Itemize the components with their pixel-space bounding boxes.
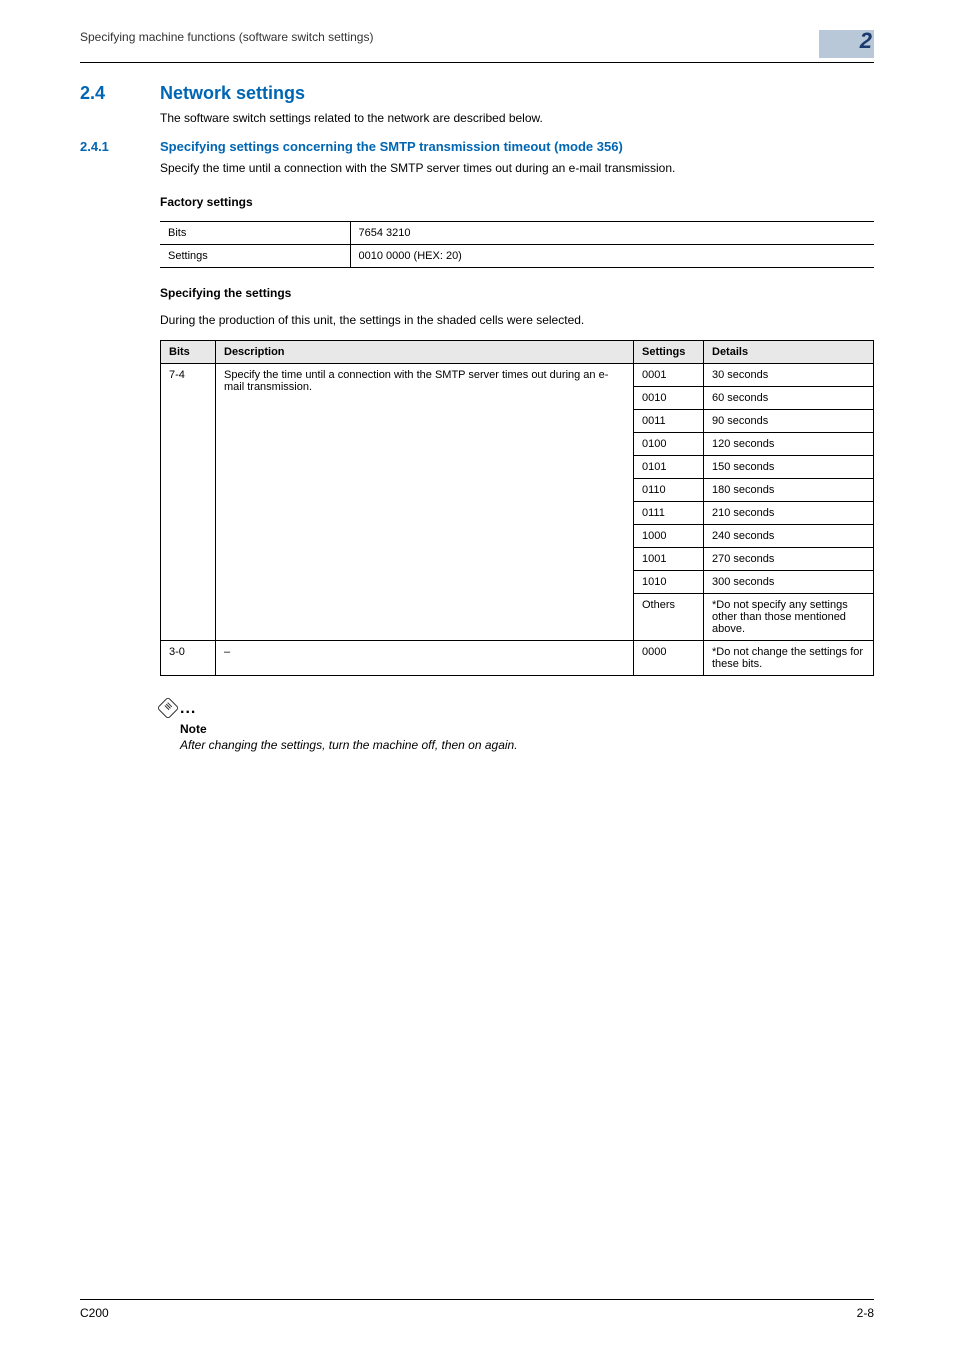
- th-desc: Description: [216, 341, 634, 364]
- section-title: Network settings: [160, 83, 874, 104]
- details-cell: 210 seconds: [704, 502, 874, 525]
- details-cell: *Do not specify any settings other than …: [704, 594, 874, 641]
- table-row: 3-0 – 0000 *Do not change the settings f…: [161, 641, 874, 676]
- table-row: 7-4 Specify the time until a connection …: [161, 364, 874, 387]
- spec-table: Bits Description Settings Details 7-4 Sp…: [160, 340, 874, 676]
- settings-cell: 0111: [634, 502, 704, 525]
- details-cell: 240 seconds: [704, 525, 874, 548]
- settings-cell: 0100: [634, 433, 704, 456]
- settings-cell: 0011: [634, 410, 704, 433]
- subsection-number: 2.4.1: [80, 139, 160, 154]
- note-dots-icon: ...: [180, 700, 196, 720]
- note-label: Note: [180, 722, 874, 736]
- table-row: Settings 0010 0000 (HEX: 20): [160, 244, 874, 267]
- bits-cell: 7-4: [161, 364, 216, 641]
- settings-cell: Others: [634, 594, 704, 641]
- settings-cell: 0110: [634, 479, 704, 502]
- footer-left: C200: [80, 1306, 109, 1320]
- details-cell: 180 seconds: [704, 479, 874, 502]
- details-cell: 90 seconds: [704, 410, 874, 433]
- section-number: 2.4: [80, 83, 160, 104]
- details-cell: 150 seconds: [704, 456, 874, 479]
- subsection-intro: Specify the time until a connection with…: [160, 160, 874, 177]
- settings-cell: 0010: [634, 387, 704, 410]
- subsection-title: Specifying settings concerning the SMTP …: [160, 139, 874, 154]
- note-icon: [157, 697, 180, 720]
- settings-cell: 1001: [634, 548, 704, 571]
- factory-label: Bits: [160, 221, 350, 244]
- header-title: Specifying machine functions (software s…: [80, 30, 373, 44]
- settings-cell: 1010: [634, 571, 704, 594]
- details-cell: 270 seconds: [704, 548, 874, 571]
- th-settings: Settings: [634, 341, 704, 364]
- specifying-intro: During the production of this unit, the …: [160, 312, 874, 329]
- details-cell: 30 seconds: [704, 364, 874, 387]
- details-cell: *Do not change the settings for these bi…: [704, 641, 874, 676]
- table-row: Bits 7654 3210: [160, 221, 874, 244]
- th-bits: Bits: [161, 341, 216, 364]
- factory-heading: Factory settings: [160, 195, 874, 209]
- note-text: After changing the settings, turn the ma…: [180, 738, 874, 752]
- factory-table: Bits 7654 3210 Settings 0010 0000 (HEX: …: [160, 221, 874, 268]
- details-cell: 60 seconds: [704, 387, 874, 410]
- settings-cell: 0001: [634, 364, 704, 387]
- details-cell: 300 seconds: [704, 571, 874, 594]
- footer-right: 2-8: [857, 1306, 874, 1320]
- factory-value: 7654 3210: [350, 221, 874, 244]
- details-cell: 120 seconds: [704, 433, 874, 456]
- desc-cell: Specify the time until a connection with…: [216, 364, 634, 641]
- factory-label: Settings: [160, 244, 350, 267]
- th-details: Details: [704, 341, 874, 364]
- settings-cell: 0000: [634, 641, 704, 676]
- page-footer: C200 2-8: [80, 1299, 874, 1320]
- table-header-row: Bits Description Settings Details: [161, 341, 874, 364]
- specifying-heading: Specifying the settings: [160, 286, 874, 300]
- chapter-number-badge: 2: [819, 30, 874, 58]
- bits-cell: 3-0: [161, 641, 216, 676]
- settings-cell: 1000: [634, 525, 704, 548]
- section-intro: The software switch settings related to …: [160, 110, 874, 127]
- desc-cell: –: [216, 641, 634, 676]
- settings-cell: 0101: [634, 456, 704, 479]
- factory-value: 0010 0000 (HEX: 20): [350, 244, 874, 267]
